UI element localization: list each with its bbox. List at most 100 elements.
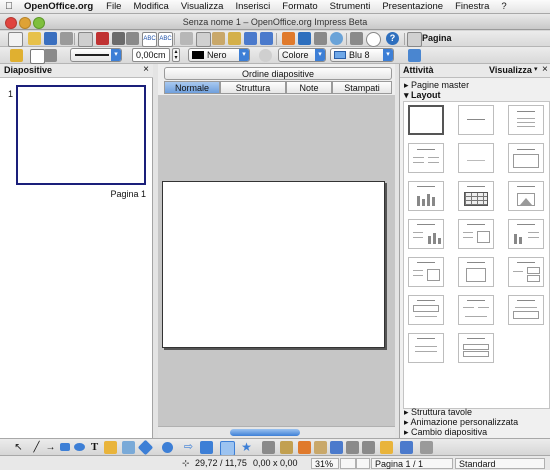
scrollbar-thumb[interactable]: [230, 429, 300, 436]
layout-objects-over-text[interactable]: [458, 295, 494, 325]
navigator-icon[interactable]: [350, 32, 363, 45]
extrusion-icon[interactable]: [346, 441, 359, 454]
close-window-icon[interactable]: [5, 17, 17, 29]
area-fill-icon[interactable]: [259, 49, 272, 62]
format-paintbrush-icon[interactable]: [228, 32, 241, 45]
close-icon[interactable]: ×: [143, 64, 149, 75]
line-width-stepper[interactable]: ▴ ▾: [172, 48, 180, 62]
connector-tool-icon[interactable]: [122, 441, 135, 454]
copy-icon[interactable]: [196, 32, 211, 47]
autospellcheck-icon[interactable]: ABC: [158, 32, 173, 47]
flowchart-icon[interactable]: [200, 441, 213, 454]
layout-text-object[interactable]: [408, 257, 444, 287]
ellipse-tool-icon[interactable]: [74, 443, 85, 451]
symbol-shapes-icon[interactable]: [162, 442, 173, 453]
block-arrows-icon[interactable]: ⇨: [182, 441, 195, 454]
layout-title-only[interactable]: [458, 105, 494, 135]
styles-formatting-icon[interactable]: [10, 49, 23, 62]
alignment-icon[interactable]: [380, 441, 393, 454]
menu-visualizza[interactable]: Visualizza: [175, 1, 230, 12]
arrange-icon[interactable]: [400, 441, 413, 454]
layout-title-2-text[interactable]: [458, 333, 494, 363]
menu-app-name[interactable]: OpenOffice.org: [18, 1, 100, 12]
layout-title-table[interactable]: [458, 181, 494, 211]
fontwork-icon[interactable]: [298, 441, 311, 454]
minimize-window-icon[interactable]: [19, 17, 31, 29]
tab-note[interactable]: Note: [286, 81, 332, 94]
slide-thumbnail[interactable]: [16, 85, 146, 185]
from-file-icon[interactable]: [314, 441, 327, 454]
extra-tools-icon[interactable]: [420, 441, 433, 454]
menu-finestra[interactable]: Finestra: [449, 1, 495, 12]
chart-icon[interactable]: [282, 32, 295, 45]
tab-normale[interactable]: Normale: [164, 81, 220, 94]
menu-inserisci[interactable]: Inserisci: [229, 1, 276, 12]
close-icon[interactable]: ×: [542, 64, 548, 75]
layout-text-2-objects[interactable]: [508, 257, 544, 287]
slide-canvas[interactable]: [162, 181, 385, 348]
menu-presentazione[interactable]: Presentazione: [376, 1, 449, 12]
line-color-dropdown[interactable]: Nero ▾: [188, 48, 250, 62]
line-style-dropdown[interactable]: ▾: [70, 48, 122, 62]
glue-points-icon[interactable]: [280, 441, 293, 454]
select-arrow-icon[interactable]: ↖: [12, 441, 25, 454]
menu-help[interactable]: ?: [495, 1, 512, 12]
view-menu-button[interactable]: Visualizza: [489, 65, 532, 75]
line-width-field[interactable]: 0,00cm: [132, 48, 170, 62]
text-tool-icon[interactable]: T: [88, 441, 101, 454]
layout-chart-text[interactable]: [508, 219, 544, 249]
menu-modifica[interactable]: Modifica: [127, 1, 174, 12]
tab-struttura[interactable]: Struttura: [220, 81, 286, 94]
menu-formato[interactable]: Formato: [276, 1, 323, 12]
zoom-icon[interactable]: [366, 32, 381, 47]
section-layout[interactable]: ▾ Layout: [404, 90, 441, 101]
email-icon[interactable]: [60, 32, 73, 45]
undo-icon[interactable]: [244, 32, 257, 45]
layout-title-chart[interactable]: [408, 181, 444, 211]
selection-mode-indicator[interactable]: [356, 458, 370, 469]
help-icon[interactable]: ?: [386, 32, 399, 45]
arrow-line-icon[interactable]: →: [44, 441, 57, 454]
edit-file-icon[interactable]: [78, 32, 93, 47]
area-color-dropdown[interactable]: Blu 8 ▾: [330, 48, 394, 62]
layout-title-object[interactable]: [458, 257, 494, 287]
rotate-icon[interactable]: [362, 441, 375, 454]
line-icon[interactable]: [30, 49, 45, 64]
table-icon[interactable]: [298, 32, 311, 45]
gallery-icon[interactable]: [330, 441, 343, 454]
open-folder-icon[interactable]: [28, 32, 41, 45]
layout-4-objects[interactable]: [408, 333, 444, 363]
stars-icon[interactable]: ★: [240, 441, 253, 454]
rectangle-tool-icon[interactable]: [60, 443, 70, 451]
menu-file[interactable]: File: [100, 1, 127, 12]
layout-title-content-2[interactable]: [508, 143, 544, 173]
zoom-window-icon[interactable]: [33, 17, 45, 29]
layout-blank[interactable]: [408, 105, 444, 135]
points-icon[interactable]: [262, 441, 275, 454]
show-draw-functions-icon[interactable]: [314, 32, 327, 45]
apple-icon[interactable]: : [0, 1, 18, 12]
arrow-style-icon[interactable]: [44, 49, 57, 62]
insert-mode-indicator[interactable]: [340, 458, 356, 469]
redo-icon[interactable]: [260, 32, 273, 45]
layout-text-clipart[interactable]: [458, 219, 494, 249]
layout-object-text[interactable]: [408, 295, 444, 325]
section-cambio-diapositiva[interactable]: ▸ Cambio diapositiva: [404, 427, 487, 438]
paste-icon[interactable]: [212, 32, 225, 45]
line-tool-icon[interactable]: ╱: [30, 441, 43, 454]
print-direct-icon[interactable]: [126, 32, 139, 45]
layout-text-over-object[interactable]: [508, 295, 544, 325]
spellcheck-icon[interactable]: ABC: [142, 32, 157, 47]
layout-title-clipart[interactable]: [508, 181, 544, 211]
print-icon[interactable]: [112, 32, 125, 45]
area-style-dropdown[interactable]: Colore ▾: [278, 48, 326, 62]
layout-title-content[interactable]: [508, 105, 544, 135]
shadow-icon[interactable]: [408, 49, 421, 62]
callouts-icon[interactable]: [220, 441, 235, 456]
layout-centered-text[interactable]: [458, 143, 494, 173]
cut-icon[interactable]: [180, 32, 193, 45]
tab-ordine-diapositive[interactable]: Ordine diapositive: [164, 67, 392, 80]
export-pdf-icon[interactable]: [96, 32, 109, 45]
tab-stampati[interactable]: Stampati: [332, 81, 392, 94]
save-icon[interactable]: [44, 32, 57, 45]
